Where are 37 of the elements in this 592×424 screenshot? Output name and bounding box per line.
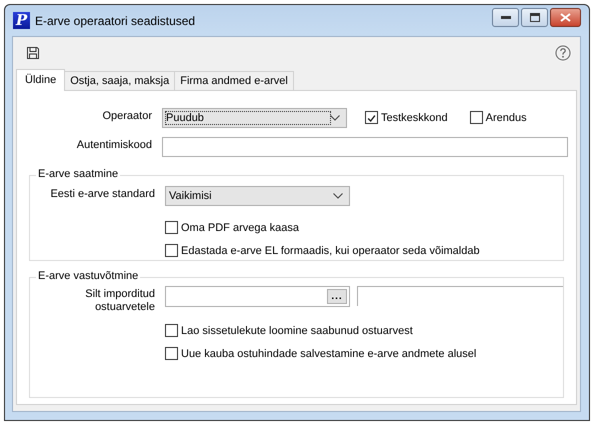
field-label: Autentimiskood [76,138,152,152]
chevron-icon [333,193,343,199]
tab[interactable]: Üldine [16,69,66,91]
tab[interactable]: Firma andmed e-arvel [174,71,294,90]
close-button[interactable] [550,8,581,27]
chevron-icon [330,115,340,121]
browse-button[interactable]: ... [327,289,347,304]
operator-dropdown[interactable]: Puudub [162,108,347,128]
checkbox[interactable] [165,347,178,360]
minimize-icon [500,16,510,20]
input-field[interactable]: ... [165,286,350,307]
checkbox[interactable] [365,111,378,124]
maximize-button[interactable] [521,8,548,27]
maximize-icon [530,13,540,22]
checkbox[interactable] [165,324,178,337]
close-icon [560,13,571,22]
group-title: E-arve saatmine [36,168,120,180]
checkbox-label: Lao sissetulekute loomine saabunud ostuarvest [181,324,413,336]
field-label: Silt imporditud ostuarvetele [84,287,155,314]
app-icon: P [13,12,30,29]
field-label: Eesti e-arve standard [49,187,155,201]
checkbox-label: Oma PDF arvega kaasa [181,222,299,234]
checkbox[interactable] [165,244,178,257]
checkbox-label: Testkeskkond [381,112,448,124]
help-icon[interactable] [555,44,571,60]
group-title: E-arve vastuvõtmine [36,270,140,282]
checkbox[interactable] [470,111,483,124]
field-label: Operaator [101,109,152,123]
save-icon[interactable] [26,46,40,60]
checkbox-label: Uue kauba ostuhindade salvestamine e-arve andmete alusel [181,348,476,360]
checkbox-label: Edastada e-arve EL formaadis, kui operaator seda võimaldab [181,244,480,256]
standard-dropdown[interactable]: Vaikimisi [165,186,350,206]
checkbox-label: Arendus [486,112,527,124]
window-title: E-arve operaatori seadistused [35,14,196,28]
minimize-button[interactable] [492,8,519,27]
checkbox[interactable] [165,221,178,234]
input-field[interactable] [162,137,568,157]
